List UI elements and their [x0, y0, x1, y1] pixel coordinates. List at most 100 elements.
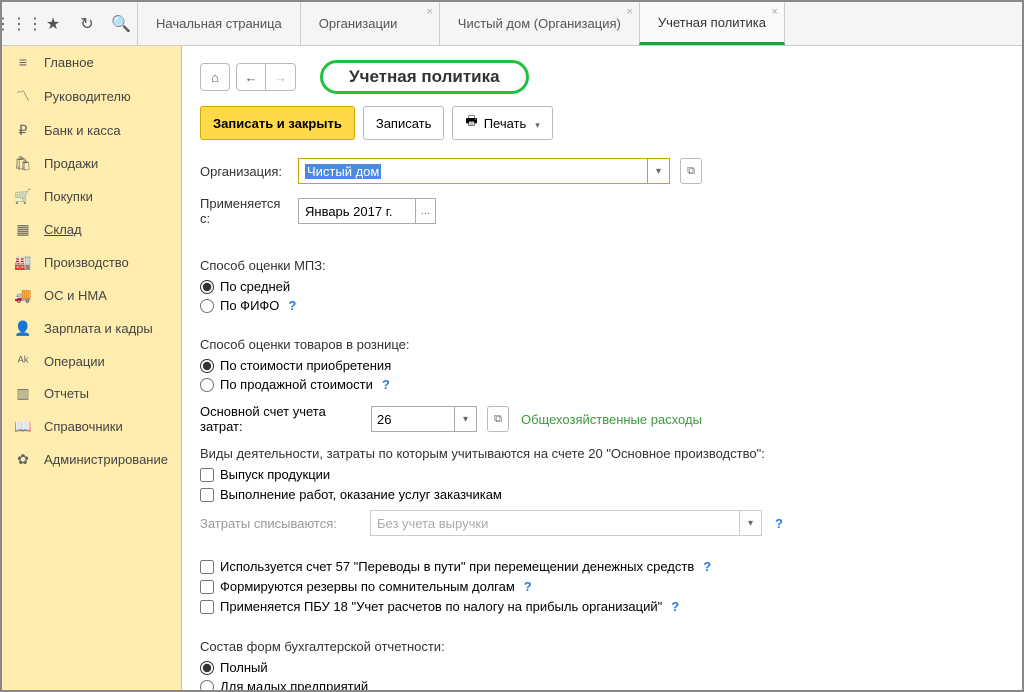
history-icon[interactable]: ↻ — [78, 15, 96, 33]
checkbox-label: Выполнение работ, оказание услуг заказчи… — [220, 487, 502, 502]
checkbox-input[interactable] — [200, 468, 214, 482]
sidebar-label: Руководителю — [44, 89, 131, 104]
writeoff-select[interactable]: ▾ — [370, 510, 762, 536]
tab-bar: Начальная страница Организации × Чистый … — [138, 2, 1022, 45]
sidebar-item-reports[interactable]: ▥Отчеты — [2, 377, 181, 410]
tab-clean-house[interactable]: Чистый дом (Организация) × — [439, 2, 640, 45]
radio-input[interactable] — [200, 299, 214, 313]
home-button[interactable]: ⌂ — [200, 63, 230, 91]
check-services[interactable]: Выполнение работ, оказание услуг заказчи… — [200, 487, 1004, 502]
print-button[interactable]: 🖶 Печать — [452, 106, 552, 140]
radio-reports-small[interactable]: Для малых предприятий — [200, 679, 1004, 690]
applied-input-wrap: … — [298, 198, 436, 224]
sidebar-label: Операции — [44, 354, 105, 369]
sidebar-label: Покупки — [44, 189, 93, 204]
button-label: Печать — [484, 116, 527, 131]
tab-label: Организации — [319, 16, 398, 31]
close-icon[interactable]: × — [772, 6, 778, 18]
help-icon[interactable]: ? — [524, 579, 532, 594]
sidebar-item-production[interactable]: 🏭Производство — [2, 246, 181, 279]
sidebar-label: Продажи — [44, 156, 98, 171]
operations-icon: ᴬᵏ — [14, 353, 32, 369]
checkbox-input[interactable] — [200, 600, 214, 614]
date-picker-button[interactable]: … — [416, 198, 436, 224]
factory-icon: 🏭 — [14, 254, 32, 271]
tab-home[interactable]: Начальная страница — [137, 2, 301, 45]
activities-label: Виды деятельности, затраты по которым уч… — [200, 446, 1004, 461]
sidebar-item-purchases[interactable]: 🛒 Покупки — [2, 180, 181, 213]
checkbox-input[interactable] — [200, 560, 214, 574]
dropdown-button[interactable]: ▾ — [455, 406, 477, 432]
printer-icon: 🖶 — [465, 112, 477, 134]
acct-input[interactable] — [371, 406, 455, 432]
sidebar-item-operations[interactable]: ᴬᵏ Операции — [2, 345, 181, 377]
radio-label: По средней — [220, 279, 290, 294]
chart-icon: 〽 — [14, 86, 32, 106]
row-writeoff: Затраты списываются: ▾ ? — [200, 510, 1004, 536]
help-icon[interactable]: ? — [288, 298, 296, 313]
tab-accounting-policy[interactable]: Учетная политика × — [639, 2, 785, 45]
org-input[interactable]: Чистый дом — [298, 158, 648, 184]
writeoff-label: Затраты списываются: — [200, 516, 360, 531]
row-main-account: Основной счет учета затрат: ▾ ⧉ Общехозя… — [200, 404, 1004, 434]
check-pbu18[interactable]: Применяется ПБУ 18 "Учет расчетов по нал… — [200, 599, 1004, 614]
radio-input[interactable] — [200, 359, 214, 373]
check-reserves[interactable]: Формируются резервы по сомнительным долг… — [200, 579, 1004, 594]
top-icon-tray: ⋮⋮⋮ ★ ↻ 🔍 — [2, 2, 138, 45]
nav-buttons: ← → — [236, 63, 296, 91]
check-acct57[interactable]: Используется счет 57 "Переводы в пути" п… — [200, 559, 1004, 574]
book-icon: 📖 — [14, 418, 32, 435]
sidebar-item-main[interactable]: ≡Главное — [2, 46, 181, 78]
back-button[interactable]: ← — [236, 63, 266, 91]
sidebar-item-sales[interactable]: 🛍Продажи — [2, 147, 181, 180]
apps-icon[interactable]: ⋮⋮⋮ — [10, 15, 28, 33]
radio-label: По ФИФО — [220, 298, 279, 313]
search-icon[interactable]: 🔍 — [112, 15, 130, 33]
org-value: Чистый дом — [305, 164, 381, 179]
help-icon[interactable]: ? — [775, 516, 783, 531]
sidebar-label: Администрирование — [44, 452, 168, 467]
open-button[interactable]: ⧉ — [487, 406, 509, 432]
save-button[interactable]: Записать — [363, 106, 445, 140]
menu-icon: ≡ — [14, 54, 32, 70]
radio-input[interactable] — [200, 378, 214, 392]
radio-retail-cost[interactable]: По стоимости приобретения — [200, 358, 1004, 373]
cart-icon: 🛒 — [14, 188, 32, 205]
radio-mpz-avg[interactable]: По средней — [200, 279, 1004, 294]
sidebar-item-warehouse[interactable]: ▦Склад — [2, 213, 181, 246]
star-icon[interactable]: ★ — [44, 15, 62, 33]
radio-input[interactable] — [200, 680, 214, 691]
retail-label: Способ оценки товаров в рознице: — [200, 337, 1004, 352]
radio-mpz-fifo[interactable]: По ФИФО ? — [200, 298, 1004, 313]
sidebar: ≡Главное 〽 Руководителю ₽Банк и касса 🛍Пр… — [2, 46, 182, 690]
radio-retail-sale[interactable]: По продажной стоимости ? — [200, 377, 1004, 392]
forward-button[interactable]: → — [266, 63, 296, 91]
help-icon[interactable]: ? — [703, 559, 711, 574]
sidebar-item-references[interactable]: 📖 Справочники — [2, 410, 181, 443]
truck-icon: 🚚 — [14, 287, 32, 304]
close-icon[interactable]: × — [426, 6, 432, 18]
sidebar-item-hr[interactable]: 👤Зарплата и кадры — [2, 312, 181, 345]
dropdown-button[interactable]: ▾ — [740, 510, 762, 536]
sidebar-item-admin[interactable]: ✿Администрирование — [2, 443, 181, 476]
checkbox-input[interactable] — [200, 580, 214, 594]
radio-reports-full[interactable]: Полный — [200, 660, 1004, 675]
sidebar-item-assets[interactable]: 🚚ОС и НМА — [2, 279, 181, 312]
sidebar-item-manager[interactable]: 〽 Руководителю — [2, 78, 181, 114]
dropdown-button[interactable]: ▾ — [648, 158, 670, 184]
open-button[interactable]: ⧉ — [680, 158, 702, 184]
applied-input[interactable] — [298, 198, 416, 224]
save-close-button[interactable]: Записать и закрыть — [200, 106, 355, 140]
close-icon[interactable]: × — [626, 6, 632, 18]
check-release[interactable]: Выпуск продукции — [200, 467, 1004, 482]
sidebar-item-bank[interactable]: ₽Банк и касса — [2, 114, 181, 147]
radio-input[interactable] — [200, 280, 214, 294]
help-icon[interactable]: ? — [671, 599, 679, 614]
tab-organizations[interactable]: Организации × — [300, 2, 440, 45]
checkbox-input[interactable] — [200, 488, 214, 502]
radio-input[interactable] — [200, 661, 214, 675]
sidebar-label: Справочники — [44, 419, 123, 434]
help-icon[interactable]: ? — [382, 377, 390, 392]
chevron-down-icon — [532, 116, 540, 131]
radio-label: По стоимости приобретения — [220, 358, 391, 373]
